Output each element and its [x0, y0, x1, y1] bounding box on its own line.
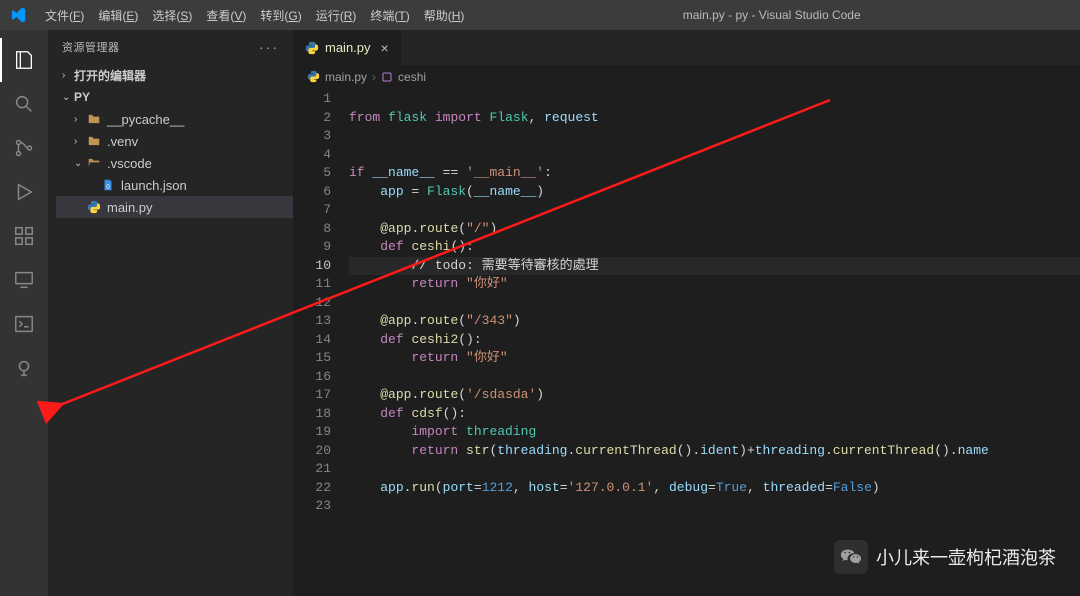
- editor-tabs: main.py ×: [293, 30, 1080, 66]
- menu-v[interactable]: 查看(V): [199, 9, 253, 23]
- run-debug-icon[interactable]: [0, 170, 48, 214]
- menu-f[interactable]: 文件(F): [38, 9, 91, 23]
- svg-text:{}: {}: [106, 184, 110, 190]
- file-item-json[interactable]: {} launch.json: [56, 174, 293, 196]
- source-control-icon[interactable]: [0, 126, 48, 170]
- python-file-icon: [307, 70, 320, 83]
- wechat-icon: [834, 540, 868, 574]
- code-line[interactable]: app = Flask(__name__): [349, 183, 1080, 202]
- sidebar-title: 资源管理器: [62, 39, 120, 55]
- editor-area: main.py × main.py › ceshi 12345678910111…: [293, 30, 1080, 596]
- code-line[interactable]: @app.route("/343"): [349, 312, 1080, 331]
- code-line[interactable]: [349, 294, 1080, 313]
- json-file-icon: {}: [100, 178, 116, 192]
- code-line[interactable]: [349, 127, 1080, 146]
- code-line[interactable]: [349, 146, 1080, 165]
- terminal-icon[interactable]: [0, 302, 48, 346]
- code-line[interactable]: return str(threading.currentThread().ide…: [349, 442, 1080, 461]
- code-line[interactable]: return "你好": [349, 275, 1080, 294]
- close-tab-icon[interactable]: ×: [381, 40, 389, 56]
- code-line[interactable]: def ceshi2():: [349, 331, 1080, 350]
- tab-label: main.py: [325, 40, 371, 55]
- menu-r[interactable]: 运行(R): [309, 9, 364, 23]
- menu-e[interactable]: 编辑(E): [91, 9, 145, 23]
- explorer-sidebar: 资源管理器 ··· › 打开的编辑器 ⌄ PY › __pycache__ › …: [48, 30, 293, 596]
- folder-icon: [86, 112, 102, 126]
- code-content[interactable]: from flask import Flask, request if __nam…: [349, 88, 1080, 596]
- activity-bar: [0, 30, 48, 596]
- watermark: 小儿来一壶枸杞酒泡茶: [834, 540, 1056, 574]
- menu-t[interactable]: 终端(T): [363, 9, 416, 23]
- main-menu: 文件(F)编辑(E)选择(S)查看(V)转到(G)运行(R)终端(T)帮助(H): [38, 7, 471, 24]
- file-item-main-py[interactable]: main.py: [56, 196, 293, 218]
- code-line[interactable]: [349, 90, 1080, 109]
- folder-item[interactable]: ⌄ .vscode: [56, 152, 293, 174]
- folder-icon: [86, 134, 102, 148]
- python-file-icon: [86, 200, 102, 214]
- folder-root[interactable]: ⌄ PY: [56, 86, 293, 108]
- code-line[interactable]: [349, 460, 1080, 479]
- extensions-icon[interactable]: [0, 214, 48, 258]
- code-line[interactable]: import threading: [349, 423, 1080, 442]
- code-line[interactable]: [349, 201, 1080, 220]
- code-line[interactable]: from flask import Flask, request: [349, 109, 1080, 128]
- python-file-icon: [305, 41, 319, 55]
- breadcrumb-symbol: ceshi: [398, 70, 426, 84]
- explorer-icon[interactable]: [0, 38, 48, 82]
- code-line[interactable]: if __name__ == '__main__':: [349, 164, 1080, 183]
- code-line[interactable]: [349, 497, 1080, 516]
- tree-icon[interactable]: [0, 346, 48, 390]
- code-line[interactable]: def cdsf():: [349, 405, 1080, 424]
- watermark-text: 小儿来一壶枸杞酒泡茶: [876, 544, 1056, 570]
- more-actions-icon[interactable]: ···: [259, 39, 279, 55]
- code-line[interactable]: @app.route("/"): [349, 220, 1080, 239]
- code-line[interactable]: return "你好": [349, 349, 1080, 368]
- search-icon[interactable]: [0, 82, 48, 126]
- breadcrumb-file: main.py: [325, 70, 367, 84]
- menu-g[interactable]: 转到(G): [253, 9, 308, 23]
- tab-main-py[interactable]: main.py ×: [293, 30, 402, 65]
- code-line[interactable]: @app.route('/sdasda'): [349, 386, 1080, 405]
- folder-item[interactable]: › .venv: [56, 130, 293, 152]
- code-line[interactable]: [349, 368, 1080, 387]
- folder-item[interactable]: › __pycache__: [56, 108, 293, 130]
- code-line[interactable]: app.run(port=1212, host='127.0.0.1', deb…: [349, 479, 1080, 498]
- menu-s[interactable]: 选择(S): [145, 9, 199, 23]
- window-title: main.py - py - Visual Studio Code: [471, 8, 1072, 22]
- code-line[interactable]: def ceshi():: [349, 238, 1080, 257]
- remote-icon[interactable]: [0, 258, 48, 302]
- line-number-gutter: 1234567891011121314151617181920212223: [293, 88, 349, 596]
- open-editors-section[interactable]: › 打开的编辑器: [56, 64, 293, 86]
- title-bar: 文件(F)编辑(E)选择(S)查看(V)转到(G)运行(R)终端(T)帮助(H)…: [0, 0, 1080, 30]
- folder-open-icon: [86, 156, 102, 170]
- vscode-logo-icon: [8, 5, 28, 25]
- symbol-icon: [381, 71, 393, 83]
- code-line[interactable]: // todo: 需要等待審核的處理: [349, 257, 1080, 276]
- menu-h[interactable]: 帮助(H): [417, 9, 472, 23]
- chevron-right-icon: ›: [372, 70, 376, 84]
- breadcrumb[interactable]: main.py › ceshi: [293, 66, 1080, 88]
- code-editor[interactable]: 1234567891011121314151617181920212223 fr…: [293, 88, 1080, 596]
